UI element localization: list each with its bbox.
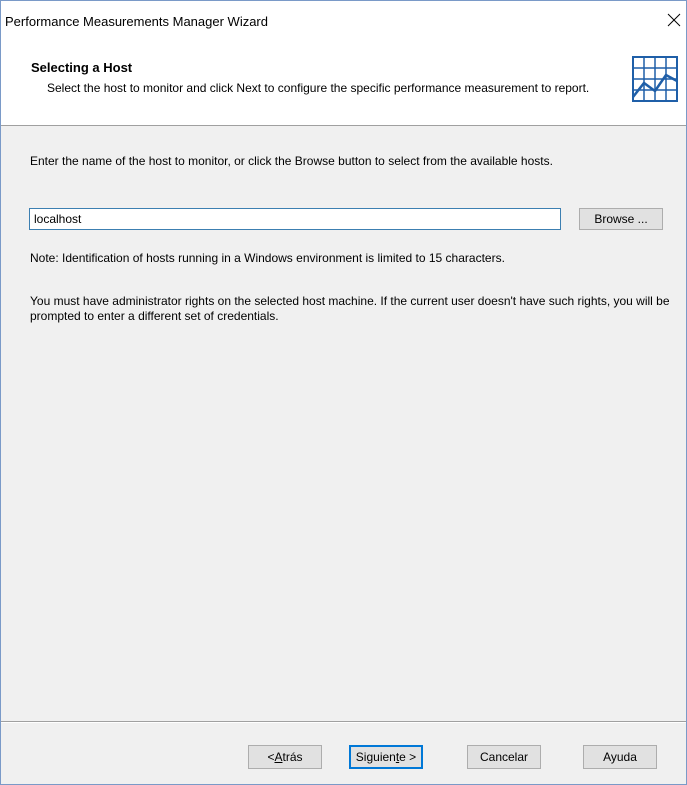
instruction-text: Enter the name of the host to monitor, o… [30,154,553,168]
back-label-pre: < [267,750,275,764]
performance-chart-icon [632,56,678,102]
window-title: Performance Measurements Manager Wizard [5,14,268,29]
close-button[interactable] [662,5,686,35]
page-title: Selecting a Host [31,60,133,75]
next-label-pre: Siguien [355,750,396,764]
title-bar: Performance Measurements Manager Wizard [1,1,686,41]
close-icon [667,13,681,27]
host-name-input[interactable] [29,208,561,230]
page-subtitle: Select the host to monitor and click Nex… [47,81,590,95]
cancel-button[interactable]: Cancelar [467,745,541,769]
back-button[interactable]: < Atrás [248,745,322,769]
admin-rights-text: You must have administrator rights on th… [30,294,670,323]
wizard-footer: < Atrás Siguien t e > Cancelar Ayuda [1,723,686,784]
next-button[interactable]: Siguien t e > [349,745,423,769]
wizard-header: Selecting a Host Select the host to moni… [1,41,686,125]
wizard-window: Performance Measurements Manager Wizard … [0,0,687,785]
help-button[interactable]: Ayuda [583,745,657,769]
back-label-accel: A [274,750,283,764]
note-text: Note: Identification of hosts running in… [30,251,505,265]
back-label-post: trás [282,750,303,764]
browse-button[interactable]: Browse ... [579,208,663,230]
wizard-body: Enter the name of the host to monitor, o… [1,126,686,721]
next-label-post: e > [399,750,417,764]
